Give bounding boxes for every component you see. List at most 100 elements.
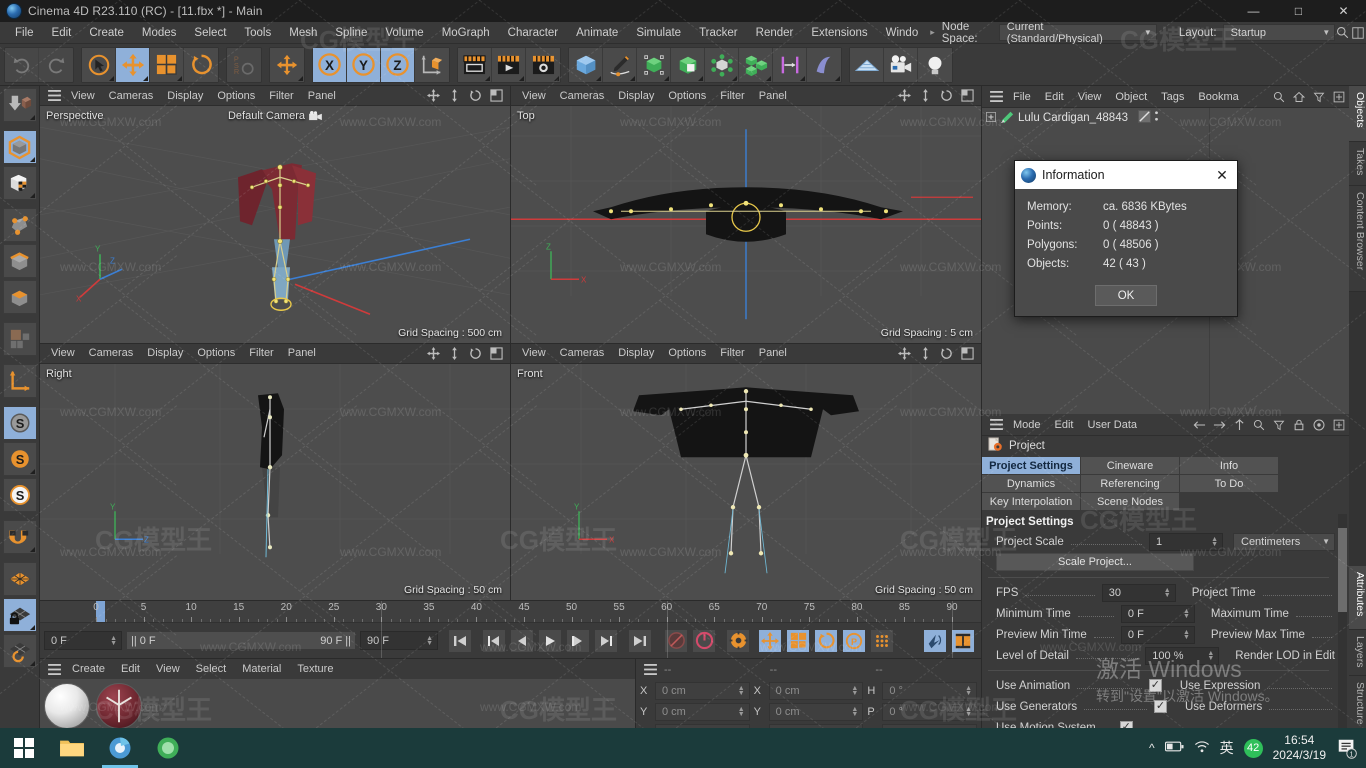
maximize-viewport-icon[interactable] — [957, 86, 977, 106]
enable-axis-icon[interactable]: S — [2, 406, 37, 440]
vp2-menu-display[interactable]: Display — [611, 90, 661, 102]
battery-icon[interactable] — [1164, 740, 1184, 756]
x-axis-button[interactable]: X — [313, 47, 347, 82]
vp1-menu-display[interactable]: Display — [160, 90, 210, 102]
expand-icon[interactable] — [986, 111, 996, 125]
vtab-takes[interactable]: Takes — [1349, 142, 1366, 186]
spinner-icon[interactable]: ▲▼ — [965, 685, 974, 697]
hamburger-icon[interactable] — [986, 87, 1006, 107]
close-icon[interactable]: ✕ — [1211, 164, 1233, 186]
keyframe-selection-button[interactable] — [726, 628, 750, 653]
vp1-menu-panel[interactable]: Panel — [301, 90, 343, 102]
om-menu-bookmarks[interactable]: Bookma — [1191, 91, 1245, 103]
viewport-right-canvas[interactable]: Y Z Right Grid Spacing : 50 cm — [40, 363, 510, 600]
menu-render[interactable]: Render — [747, 22, 803, 44]
maximize-viewport-icon[interactable] — [486, 344, 506, 364]
step-forward-button[interactable] — [566, 628, 590, 653]
orbit-icon[interactable] — [465, 344, 485, 364]
am-menu-mode[interactable]: Mode — [1006, 419, 1048, 431]
current-frame-field[interactable]: 0 F ▲ ▼ — [44, 631, 122, 650]
object-tag-icon[interactable] — [1137, 110, 1151, 126]
wifi-icon[interactable] — [1194, 740, 1210, 756]
key-parameter-button[interactable]: P — [842, 628, 866, 653]
spinner-icon[interactable]: ▲▼ — [851, 685, 860, 697]
mograph-cloner-button[interactable] — [739, 47, 773, 82]
add-layout-icon[interactable] — [1329, 87, 1349, 107]
spinner-icon[interactable]: ▲▼ — [851, 706, 860, 718]
menu-character[interactable]: Character — [499, 22, 568, 44]
make-editable-icon[interactable] — [2, 88, 37, 122]
am-menu-edit[interactable]: Edit — [1048, 419, 1081, 431]
max-frame-field[interactable]: 90 F ▲ ▼ — [360, 631, 438, 650]
vp1-menu-cameras[interactable]: Cameras — [102, 90, 161, 102]
om-menu-object[interactable]: Object — [1108, 91, 1154, 103]
filter-icon[interactable] — [1269, 415, 1289, 435]
notification-center-icon[interactable]: 1 — [1336, 737, 1358, 759]
snap-toggle-s-icon[interactable]: S — [2, 442, 37, 476]
y-axis-button[interactable]: Y — [347, 47, 381, 82]
floor-environment-button[interactable] — [850, 47, 884, 82]
close-button[interactable]: ✕ — [1321, 0, 1366, 22]
spinner-icon[interactable]: ▲▼ — [965, 706, 974, 718]
menu-mesh[interactable]: Mesh — [280, 22, 326, 44]
vp4-menu-view[interactable]: View — [515, 347, 553, 359]
maximize-button[interactable]: □ — [1276, 0, 1321, 22]
axis-modify-icon[interactable] — [2, 364, 37, 398]
hamburger-icon[interactable] — [44, 86, 64, 106]
render-to-picture-viewer-button[interactable] — [492, 47, 526, 82]
use-animation-checkbox[interactable]: ✓ — [1148, 679, 1162, 692]
scale-tool-button[interactable] — [150, 47, 184, 82]
menu-edit[interactable]: Edit — [43, 22, 81, 44]
key-rotation-button[interactable] — [814, 628, 838, 653]
mat-menu-view[interactable]: View — [148, 663, 188, 675]
hamburger-icon[interactable] — [986, 415, 1006, 435]
spinner-icon[interactable]: ▲▼ — [110, 635, 119, 647]
start-button[interactable] — [0, 728, 48, 768]
menu-animate[interactable]: Animate — [567, 22, 627, 44]
pan-icon[interactable] — [423, 344, 443, 364]
fps-field[interactable]: 30 ▲ ▼ — [1101, 583, 1176, 602]
timeline-range-bar[interactable]: || 0 F 90 F || — [126, 631, 356, 650]
project-scale-unit-dropdown[interactable]: Centimeters ▼ — [1233, 532, 1335, 551]
dolly-icon[interactable] — [915, 86, 935, 106]
move-tool-button[interactable] — [116, 47, 150, 82]
vp4-menu-panel[interactable]: Panel — [752, 347, 794, 359]
pan-icon[interactable] — [423, 86, 443, 106]
viewport-top[interactable]: View Cameras Display Options Filter Pane… — [511, 86, 981, 343]
vp3-menu-options[interactable]: Options — [190, 347, 242, 359]
coord-rotation-p[interactable]: 0 ° ▲ ▼ — [882, 703, 978, 721]
workplane-rotate-icon[interactable] — [2, 634, 37, 668]
menu-create[interactable]: Create — [80, 22, 133, 44]
level-of-detail-field[interactable]: 100 % ▲ ▼ — [1145, 646, 1220, 665]
coord-position-x[interactable]: 0 cm ▲ ▼ — [655, 682, 750, 700]
om-menu-file[interactable]: File — [1006, 91, 1038, 103]
om-menu-tags[interactable]: Tags — [1154, 91, 1191, 103]
taskbar-clock[interactable]: 16:54 2024/3/19 — [1273, 733, 1326, 763]
vtab-layers[interactable]: Layers — [1349, 630, 1366, 676]
spinner-icon[interactable]: ▲▼ — [1164, 587, 1173, 599]
go-to-start-button[interactable] — [448, 628, 472, 653]
vp1-menu-options[interactable]: Options — [210, 90, 262, 102]
maximize-viewport-icon[interactable] — [486, 86, 506, 106]
viewport-perspective-canvas[interactable]: Y X Z Perspective Default Camera Grid Sp… — [40, 106, 510, 343]
key-position-button[interactable] — [758, 628, 782, 653]
psr-tool-button[interactable]: PSR — [227, 47, 261, 82]
vtab-content-browser[interactable]: Content Browser — [1349, 186, 1366, 292]
vp4-menu-display[interactable]: Display — [611, 347, 661, 359]
information-dialog[interactable]: Information ✕ Memory: ca. 6836 KBytes Po… — [1014, 160, 1238, 317]
vp2-menu-filter[interactable]: Filter — [713, 90, 751, 102]
vp4-menu-filter[interactable]: Filter — [713, 347, 751, 359]
viewport-right[interactable]: View Cameras Display Options Filter Pane… — [40, 343, 510, 600]
tab-referencing[interactable]: Referencing — [1081, 475, 1179, 492]
vp4-menu-cameras[interactable]: Cameras — [553, 347, 612, 359]
vp2-menu-view[interactable]: View — [515, 90, 553, 102]
tab-info[interactable]: Info — [1180, 457, 1278, 474]
spinner-icon[interactable]: ▲▼ — [1211, 536, 1220, 548]
spline-pen-button[interactable] — [603, 47, 637, 82]
viewport-front-canvas[interactable]: Y X Front Grid Spacing : 50 cm — [511, 363, 981, 600]
viewport-top-canvas[interactable]: Z X Top Grid Spacing : 5 cm — [511, 106, 981, 343]
select-tool-button[interactable] — [82, 47, 116, 82]
render-settings-button[interactable] — [526, 47, 560, 82]
search-icon[interactable] — [1335, 23, 1350, 43]
menu-tools[interactable]: Tools — [235, 22, 280, 44]
